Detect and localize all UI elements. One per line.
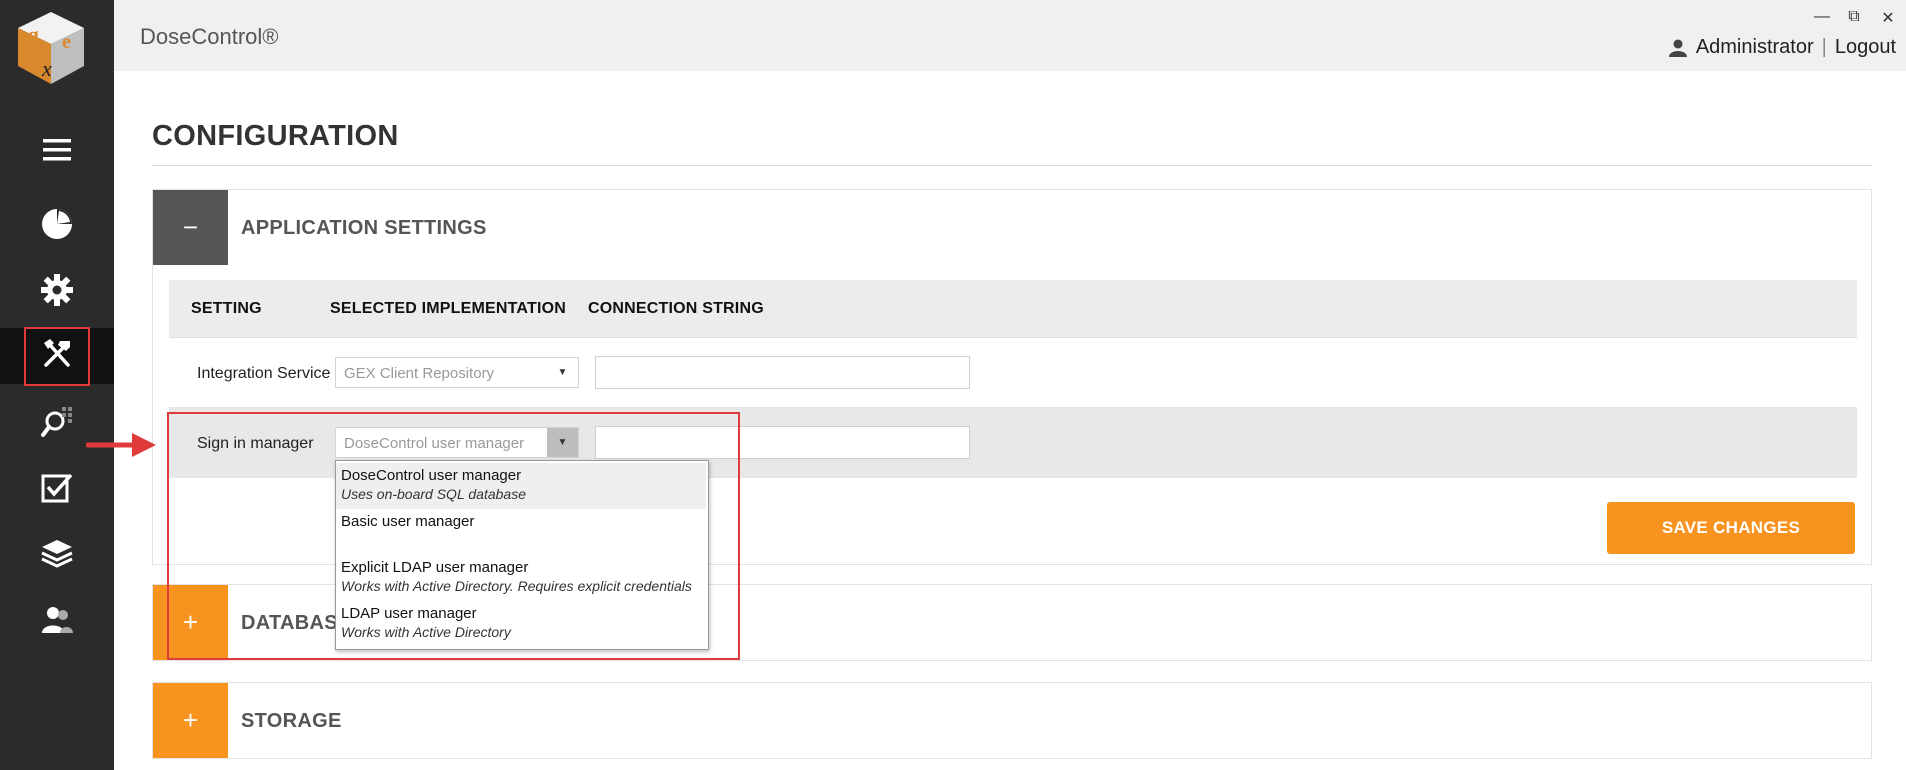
restore-button[interactable]: ⧉: [1844, 8, 1864, 26]
column-header-implementation: SELECTED IMPLEMENTATION: [330, 300, 567, 317]
top-bar: DoseControl® — ⧉ ✕ Administrator | Logou…: [114, 0, 1906, 71]
option-name: DoseControl user manager: [341, 467, 522, 484]
user-separator: |: [1821, 36, 1827, 58]
option-description: Uses on-board SQL database: [341, 486, 526, 502]
expand-storage-button[interactable]: +: [153, 683, 228, 758]
checklist-icon: [41, 473, 73, 503]
user-area: Administrator | Logout: [1668, 36, 1896, 59]
layers-icon: [41, 540, 73, 568]
chevron-down-icon[interactable]: ▼: [547, 428, 578, 457]
sidebar: g e x: [0, 0, 114, 770]
setting-label: Sign in manager: [197, 435, 314, 452]
connection-string-input[interactable]: [595, 426, 970, 459]
tools-icon: [44, 338, 70, 367]
svg-text:x: x: [41, 56, 52, 81]
page-title: CONFIGURATION: [152, 120, 399, 152]
implementation-dropdown-list: DoseControl user manager Uses on-board S…: [335, 460, 709, 650]
nav-checklist[interactable]: [0, 460, 114, 516]
table-header: SETTING SELECTED IMPLEMENTATION CONNECTI…: [169, 280, 1857, 338]
save-changes-button[interactable]: SAVE CHANGES: [1607, 502, 1855, 554]
nav-dashboard[interactable]: [0, 196, 114, 252]
dropdown-option[interactable]: DoseControl user manager Uses on-board S…: [336, 463, 706, 509]
nav-layers[interactable]: [0, 526, 114, 582]
option-description: Works with Active Directory: [341, 624, 511, 640]
nav-settings[interactable]: [0, 262, 114, 318]
option-description: Works with Active Directory. Requires ex…: [341, 578, 692, 594]
storage-title[interactable]: STORAGE: [241, 710, 342, 733]
implementation-select[interactable]: DoseControl user manager ▼: [335, 427, 579, 458]
close-button[interactable]: ✕: [1878, 8, 1898, 28]
dropdown-option[interactable]: Basic user manager: [336, 509, 706, 555]
setting-label: Integration Service: [197, 365, 331, 382]
app-title: DoseControl®: [140, 24, 279, 49]
search-icon: [41, 407, 72, 437]
option-name: Explicit LDAP user manager: [341, 559, 529, 576]
application-settings-title[interactable]: APPLICATION SETTINGS: [241, 217, 487, 240]
chevron-down-icon[interactable]: ▼: [547, 358, 578, 387]
select-value: DoseControl user manager: [344, 435, 525, 452]
gex-logo-icon: g e x: [14, 8, 88, 88]
table-row: Integration Service GEX Client Repositor…: [169, 338, 1857, 408]
connection-string-input[interactable]: [595, 356, 970, 389]
annotation-arrow-icon: [86, 433, 156, 457]
database-title[interactable]: DATABAS: [241, 612, 338, 635]
expand-database-button[interactable]: +: [153, 585, 228, 660]
settings-table: SETTING SELECTED IMPLEMENTATION CONNECTI…: [169, 280, 1857, 478]
menu-icon: [43, 139, 71, 161]
svg-text:e: e: [62, 31, 71, 53]
select-value: GEX Client Repository: [344, 365, 495, 382]
collapse-application-settings-button[interactable]: −: [153, 190, 228, 265]
nav-tools[interactable]: [0, 326, 114, 386]
minimize-button[interactable]: —: [1812, 8, 1832, 26]
option-name: Basic user manager: [341, 513, 475, 530]
tools-highlight: [24, 326, 90, 386]
option-name: LDAP user manager: [341, 605, 477, 622]
implementation-select[interactable]: GEX Client Repository ▼: [335, 357, 579, 388]
nav-users[interactable]: [0, 592, 114, 648]
username[interactable]: Administrator: [1696, 36, 1814, 59]
storage-panel: + STORAGE: [152, 682, 1872, 759]
dropdown-option[interactable]: Explicit LDAP user manager Works with Ac…: [336, 555, 706, 601]
title-divider: [152, 165, 1872, 166]
users-icon: [42, 607, 73, 633]
svg-text:g: g: [28, 22, 39, 47]
column-header-setting: SETTING: [191, 300, 262, 317]
column-header-connection: CONNECTION STRING: [588, 300, 764, 317]
dropdown-option[interactable]: LDAP user manager Works with Active Dire…: [336, 601, 706, 647]
dashboard-icon: [42, 209, 72, 239]
logout-link[interactable]: Logout: [1835, 36, 1896, 59]
nav-menu[interactable]: [0, 122, 114, 178]
settings-icon: [41, 274, 73, 306]
user-icon: [1668, 39, 1687, 57]
